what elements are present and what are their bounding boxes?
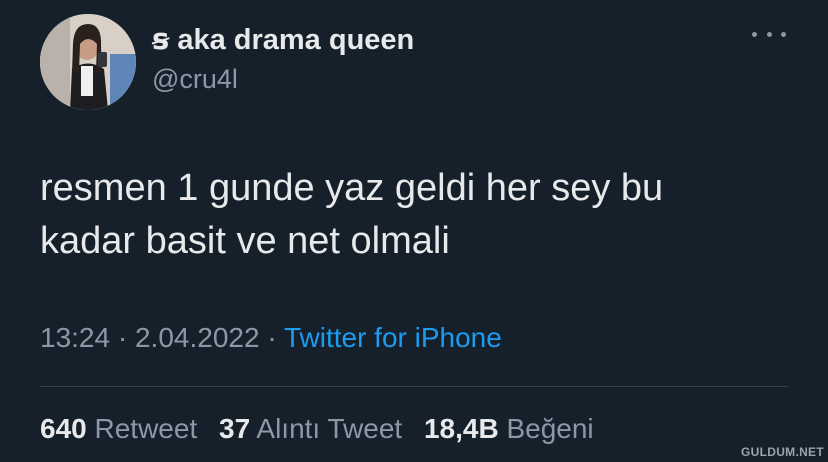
likes-stat[interactable]: 18,4B Beğeni bbox=[424, 413, 594, 444]
likes-count: 18,4B bbox=[423, 413, 499, 444]
likes-label: Beğeni bbox=[506, 413, 594, 444]
quotes-label: Alıntı Tweet bbox=[256, 413, 403, 444]
avatar[interactable] bbox=[40, 14, 136, 110]
retweets-count: 640 bbox=[40, 413, 87, 444]
engagement-stats: 640 Retweet 37 Alıntı Tweet 18,4B Beğeni bbox=[40, 413, 608, 445]
retweets-stat[interactable]: 640 Retweet bbox=[40, 413, 205, 444]
tweet-time[interactable]: 13:24 bbox=[40, 322, 110, 353]
quotes-stat[interactable]: 37 Alıntı Tweet bbox=[219, 413, 410, 444]
meta-separator: · bbox=[117, 322, 128, 353]
profile-photo-icon bbox=[40, 14, 136, 110]
tweet-meta: 13:24 · 2.04.2022 · Twitter for iPhone bbox=[40, 322, 502, 354]
divider bbox=[40, 386, 788, 387]
meta-separator: · bbox=[267, 322, 277, 353]
tweet-text-line: resmen 1 gunde yaz geldi her sey bu bbox=[40, 167, 664, 209]
tweet-text: resmen 1 gunde yaz geldi her sey bu kada… bbox=[40, 162, 800, 268]
username-handle[interactable]: @cru4l bbox=[152, 64, 238, 95]
retweets-label: Retweet bbox=[94, 413, 198, 444]
tweet-source-link[interactable]: Twitter for iPhone bbox=[284, 322, 502, 353]
tweet-date[interactable]: 2.04.2022 bbox=[135, 322, 260, 353]
quotes-count: 37 bbox=[219, 413, 251, 444]
tweet-text-line: kadar basit ve net olmali bbox=[40, 220, 450, 262]
more-options-icon[interactable] bbox=[752, 24, 786, 44]
watermark: GULDUM.NET bbox=[741, 445, 824, 459]
display-name[interactable]: ꞩ aka drama queen bbox=[152, 22, 414, 57]
